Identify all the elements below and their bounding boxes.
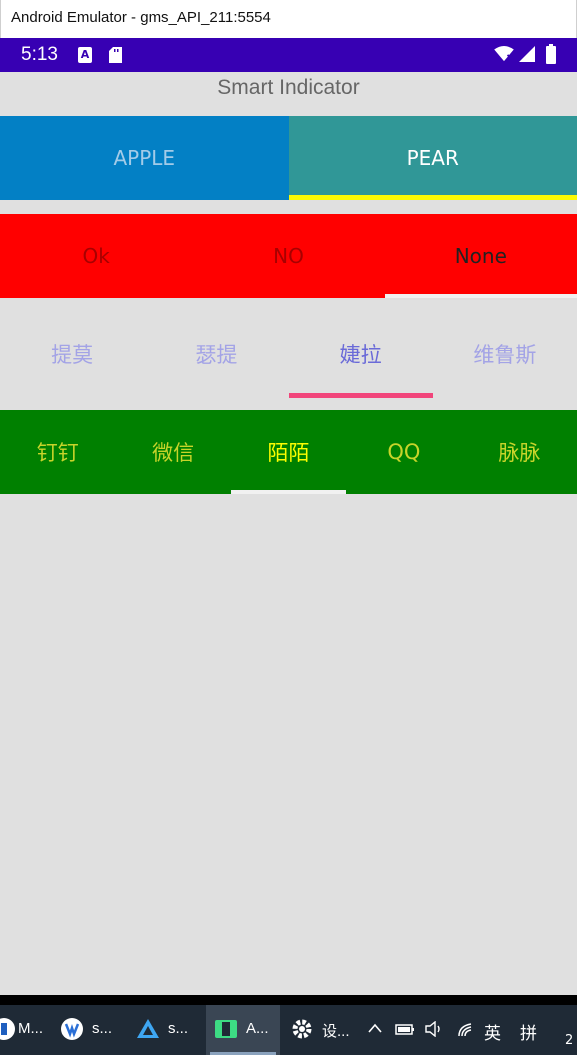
volume-icon[interactable] <box>424 1021 444 1037</box>
tab-label: 微信 <box>152 441 195 465</box>
tab-sett[interactable]: 瑟提 <box>144 310 288 398</box>
signal-icon <box>519 46 535 62</box>
tab-label: 婕拉 <box>339 343 382 367</box>
tab-ok[interactable]: Ok <box>0 214 192 298</box>
ime-language-indicator[interactable]: 英 <box>484 1019 501 1044</box>
tab-varus[interactable]: 维鲁斯 <box>433 310 577 398</box>
taskbar-label: A... <box>246 1020 269 1037</box>
tab-label: 钉钉 <box>36 441 79 465</box>
tab-apple[interactable]: APPLE <box>0 116 289 200</box>
tab-no[interactable]: NO <box>192 214 384 298</box>
tab-wechat[interactable]: 微信 <box>115 410 230 494</box>
sd-card-icon <box>109 47 122 63</box>
tab-label: 瑟提 <box>195 343 238 367</box>
tab-none[interactable]: None <box>384 214 577 298</box>
tab-label: 提莫 <box>51 343 94 367</box>
taskbar-label: M... <box>18 1020 43 1037</box>
tab-label: 维鲁斯 <box>473 343 537 367</box>
tab-label: APPLE <box>113 146 176 170</box>
tab-label: PEAR <box>406 146 459 170</box>
m-app-icon <box>0 1018 15 1040</box>
tab-qq[interactable]: QQ <box>346 410 461 494</box>
indicator-1: APPLE PEAR <box>0 116 577 200</box>
selected-indicator-line <box>230 490 347 494</box>
settings-gear-icon <box>292 1019 312 1039</box>
network-wifi-icon[interactable] <box>457 1021 477 1037</box>
ime-mode-indicator[interactable]: 拼 <box>520 1019 537 1044</box>
taskbar-item-active[interactable]: A... <box>206 1005 280 1055</box>
taskbar-label: s... <box>92 1020 113 1037</box>
tab-label: QQ <box>387 440 421 464</box>
tab-pear[interactable]: PEAR <box>288 116 577 200</box>
tab-momo[interactable]: 陌陌 <box>230 410 347 494</box>
taskbar-item[interactable]: M... <box>0 1005 46 1055</box>
status-bar: 5:13 A <box>0 38 577 72</box>
tab-label: 脉脉 <box>498 441 541 465</box>
selected-indicator-line <box>288 195 577 200</box>
app-title: Smart Indicator <box>217 76 360 99</box>
s-app-icon <box>61 1018 83 1040</box>
tab-zyra[interactable]: 婕拉 <box>288 310 433 398</box>
taskbar-label: 设... <box>322 1023 350 1040</box>
clock-fragment[interactable]: 2 <box>565 1033 573 1053</box>
taskbar-label: s... <box>168 1020 189 1037</box>
windows-taskbar: M... s... s... A... 设... 英 拼 2 <box>0 1005 577 1055</box>
emulator-screen: 5:13 A Smart Indicator APPLE PEAR Ok NO … <box>0 38 577 995</box>
indicator-3: 提莫 瑟提 婕拉 维鲁斯 <box>0 310 577 398</box>
tab-label: NO <box>273 244 304 268</box>
tab-teemo[interactable]: 提莫 <box>0 310 144 398</box>
taskbar-item[interactable]: 设... <box>284 1005 352 1055</box>
emulator-bottom-strip <box>0 995 577 1005</box>
battery-tray-icon[interactable] <box>395 1022 415 1036</box>
a-notification-icon: A <box>78 47 92 63</box>
selected-indicator-line <box>288 393 433 398</box>
window-title-bar[interactable]: Android Emulator - gms_API_211:5554 <box>0 0 577 38</box>
tab-label: 陌陌 <box>267 441 310 465</box>
tab-maimai[interactable]: 脉脉 <box>462 410 577 494</box>
taskbar-item[interactable]: s... <box>54 1005 122 1055</box>
indicator-4: 钉钉 微信 陌陌 QQ 脉脉 <box>0 410 577 494</box>
tab-label: Ok <box>82 244 110 268</box>
window-title: Android Emulator - gms_API_211:5554 <box>11 9 271 26</box>
battery-icon <box>546 44 556 64</box>
indicator-2: Ok NO None <box>0 214 577 298</box>
taskbar-item[interactable]: s... <box>130 1005 202 1055</box>
tray-chevron-up-icon[interactable] <box>366 1005 386 1055</box>
tab-dingding[interactable]: 钉钉 <box>0 410 115 494</box>
android-studio-icon <box>137 1019 159 1038</box>
android-emulator-icon <box>215 1020 237 1038</box>
tab-label: None <box>454 244 507 268</box>
wifi-icon <box>494 46 514 62</box>
selected-indicator-line <box>384 294 577 298</box>
status-time: 5:13 <box>21 44 58 65</box>
